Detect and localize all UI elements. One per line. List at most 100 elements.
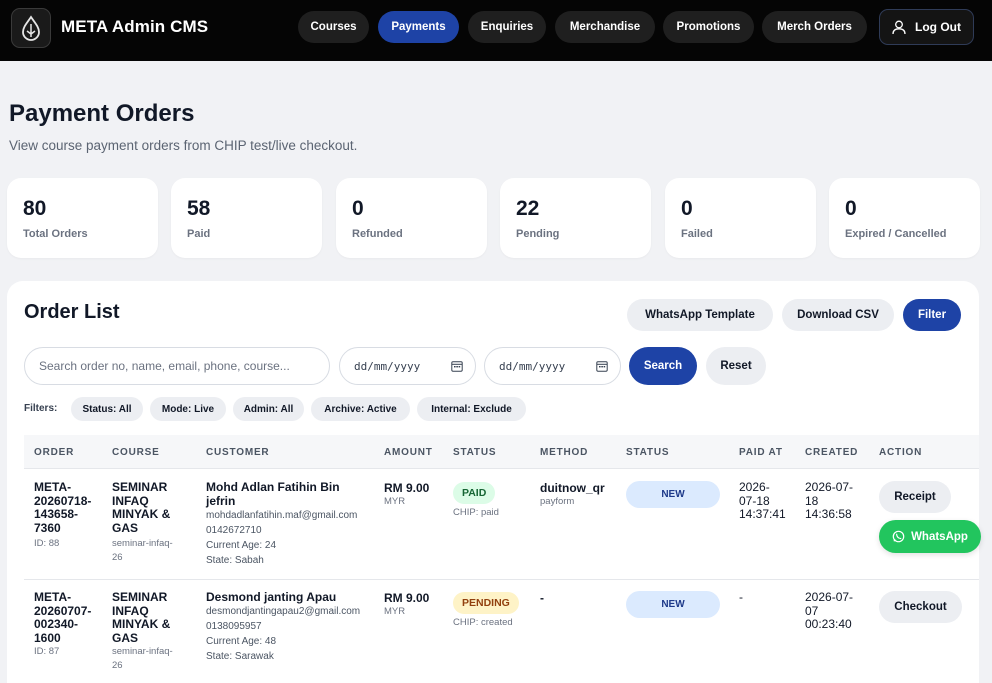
download-csv-button[interactable]: Download CSV [782, 299, 894, 331]
filter-button[interactable]: Filter [903, 299, 961, 331]
search-button[interactable]: Search [629, 347, 697, 385]
date-to-value: dd/mm/yyyy [499, 359, 566, 373]
column-header-customer: CUSTOMER [206, 447, 270, 458]
filters-label: Filters: [24, 403, 58, 414]
logout-button[interactable]: Log Out [879, 9, 974, 45]
reset-button[interactable]: Reset [706, 347, 766, 385]
stat-label: Pending [516, 228, 560, 240]
order-list-title: Order List [24, 301, 120, 323]
currency: MYR [384, 496, 406, 507]
payment-method: duitnow_qr [540, 481, 605, 495]
whatsapp-icon [892, 530, 905, 543]
course-slug: seminar-infaq- 26 [112, 538, 173, 563]
date-from-value: dd/mm/yyyy [354, 359, 421, 373]
whatsapp-button[interactable]: WhatsApp [879, 520, 981, 553]
payment-status-text: PAID [453, 482, 496, 504]
filter-chip-mode[interactable]: Mode: Live [150, 397, 226, 421]
stat-label: Paid [187, 228, 211, 240]
table-header: ORDER COURSE CUSTOMER AMOUNT STATUS METH… [24, 435, 979, 469]
paid-at: 2026- 07-18 14:37:41 [739, 480, 786, 521]
filter-chip-admin[interactable]: Admin: All [233, 397, 304, 421]
stat-card-failed: 0 Failed [665, 178, 816, 258]
checkout-button[interactable]: Checkout [879, 591, 962, 623]
filter-chip-internal[interactable]: Internal: Exclude [417, 397, 526, 421]
course-slug: seminar-infaq- 26 [112, 646, 173, 671]
column-header-amount: AMOUNT [384, 447, 433, 458]
order-status-pill[interactable]: NEW [626, 591, 720, 618]
order-list-panel: Order List WhatsApp Template Download CS… [7, 281, 981, 683]
payment-method: - [540, 591, 544, 605]
payment-status-text: PENDING [453, 592, 519, 614]
payment-status-badge: PENDING [453, 592, 519, 614]
order-id: ID: 87 [34, 646, 60, 657]
column-header-order-status: STATUS [626, 447, 670, 458]
stat-card-paid: 58 Paid [171, 178, 322, 258]
course-name: SEMINAR INFAQ MINYAK & GAS [112, 480, 171, 535]
customer-name: Mohd Adlan Fatihin Bin jefrin [206, 480, 340, 508]
stat-label: Expired / Cancelled [845, 228, 947, 240]
drop-logo-icon [22, 15, 40, 41]
payment-status-badge: PAID [453, 482, 496, 504]
stat-card-expired: 0 Expired / Cancelled [829, 178, 980, 258]
page-subtitle: View course payment orders from CHIP tes… [9, 138, 358, 153]
nav-promotions[interactable]: Promotions [663, 11, 754, 43]
stat-value: 58 [187, 197, 211, 220]
order-id: ID: 88 [34, 538, 60, 549]
top-navigation-bar: META Admin CMS Courses Payments Enquirie… [0, 0, 992, 61]
nav-payments[interactable]: Payments [378, 11, 459, 43]
customer-email: mohdadlanfatihin.maf@gmail.com [206, 510, 358, 521]
date-from-field[interactable]: dd/mm/yyyy [339, 347, 476, 385]
app-title: META Admin CMS [61, 17, 209, 36]
amount: RM 9.00 [384, 481, 430, 495]
created-at: 2026-07- 18 14:36:58 [805, 480, 854, 521]
order-number: META- 20260707- 002340- 1600 [34, 590, 92, 645]
currency: MYR [384, 606, 406, 617]
nav-merchandise[interactable]: Merchandise [555, 11, 655, 43]
stat-card-pending: 22 Pending [500, 178, 651, 258]
logout-label: Log Out [915, 20, 961, 34]
customer-email: desmondjantingapau2@gmail.com [206, 606, 361, 617]
amount: RM 9.00 [384, 591, 430, 605]
stat-label: Total Orders [23, 228, 88, 240]
order-number: META- 20260718- 143658- 7360 [34, 480, 92, 535]
stat-value: 22 [516, 197, 540, 220]
nav-enquiries[interactable]: Enquiries [468, 11, 546, 43]
nav-merch-orders[interactable]: Merch Orders [762, 11, 867, 43]
column-header-method: METHOD [540, 447, 589, 458]
order-status-pill[interactable]: NEW [626, 481, 720, 508]
customer-phone: 0138095957 [206, 621, 262, 632]
stat-value: 0 [845, 197, 857, 220]
chip-status: CHIP: created [453, 617, 513, 628]
nav-courses[interactable]: Courses [298, 11, 369, 43]
stat-card-refunded: 0 Refunded [336, 178, 487, 258]
filter-chip-status[interactable]: Status: All [71, 397, 143, 421]
column-header-course: COURSE [112, 447, 160, 458]
column-header-order: ORDER [34, 447, 75, 458]
stat-value: 0 [352, 197, 364, 220]
column-header-action: ACTION [879, 447, 923, 458]
receipt-button[interactable]: Receipt [879, 481, 951, 513]
whatsapp-button-label: WhatsApp [911, 530, 968, 543]
table-row: META- 20260718- 143658- 7360 ID: 88 SEMI… [24, 470, 981, 580]
calendar-icon[interactable] [596, 360, 608, 372]
calendar-icon[interactable] [451, 360, 463, 372]
customer-age: Current Age: 48 [206, 636, 277, 647]
date-to-field[interactable]: dd/mm/yyyy [484, 347, 621, 385]
whatsapp-template-button[interactable]: WhatsApp Template [627, 299, 773, 331]
customer-phone: 0142672710 [206, 525, 262, 536]
customer-state: State: Sarawak [206, 651, 274, 662]
stat-card-total: 80 Total Orders [7, 178, 158, 258]
course-name: SEMINAR INFAQ MINYAK & GAS [112, 590, 171, 645]
page-title: Payment Orders [9, 100, 195, 127]
app-logo[interactable] [11, 8, 51, 48]
table-row: META- 20260707- 002340- 1600 ID: 87 SEMI… [24, 580, 979, 683]
chip-status: CHIP: paid [453, 507, 499, 518]
stat-value: 80 [23, 197, 47, 220]
stat-value: 0 [681, 197, 693, 220]
customer-state: State: Sabah [206, 555, 264, 566]
stat-label: Failed [681, 228, 713, 240]
filter-chip-archive[interactable]: Archive: Active [311, 397, 410, 421]
search-input[interactable] [24, 347, 330, 385]
column-header-payment-status: STATUS [453, 447, 497, 458]
payment-method-sub: payform [540, 496, 575, 507]
